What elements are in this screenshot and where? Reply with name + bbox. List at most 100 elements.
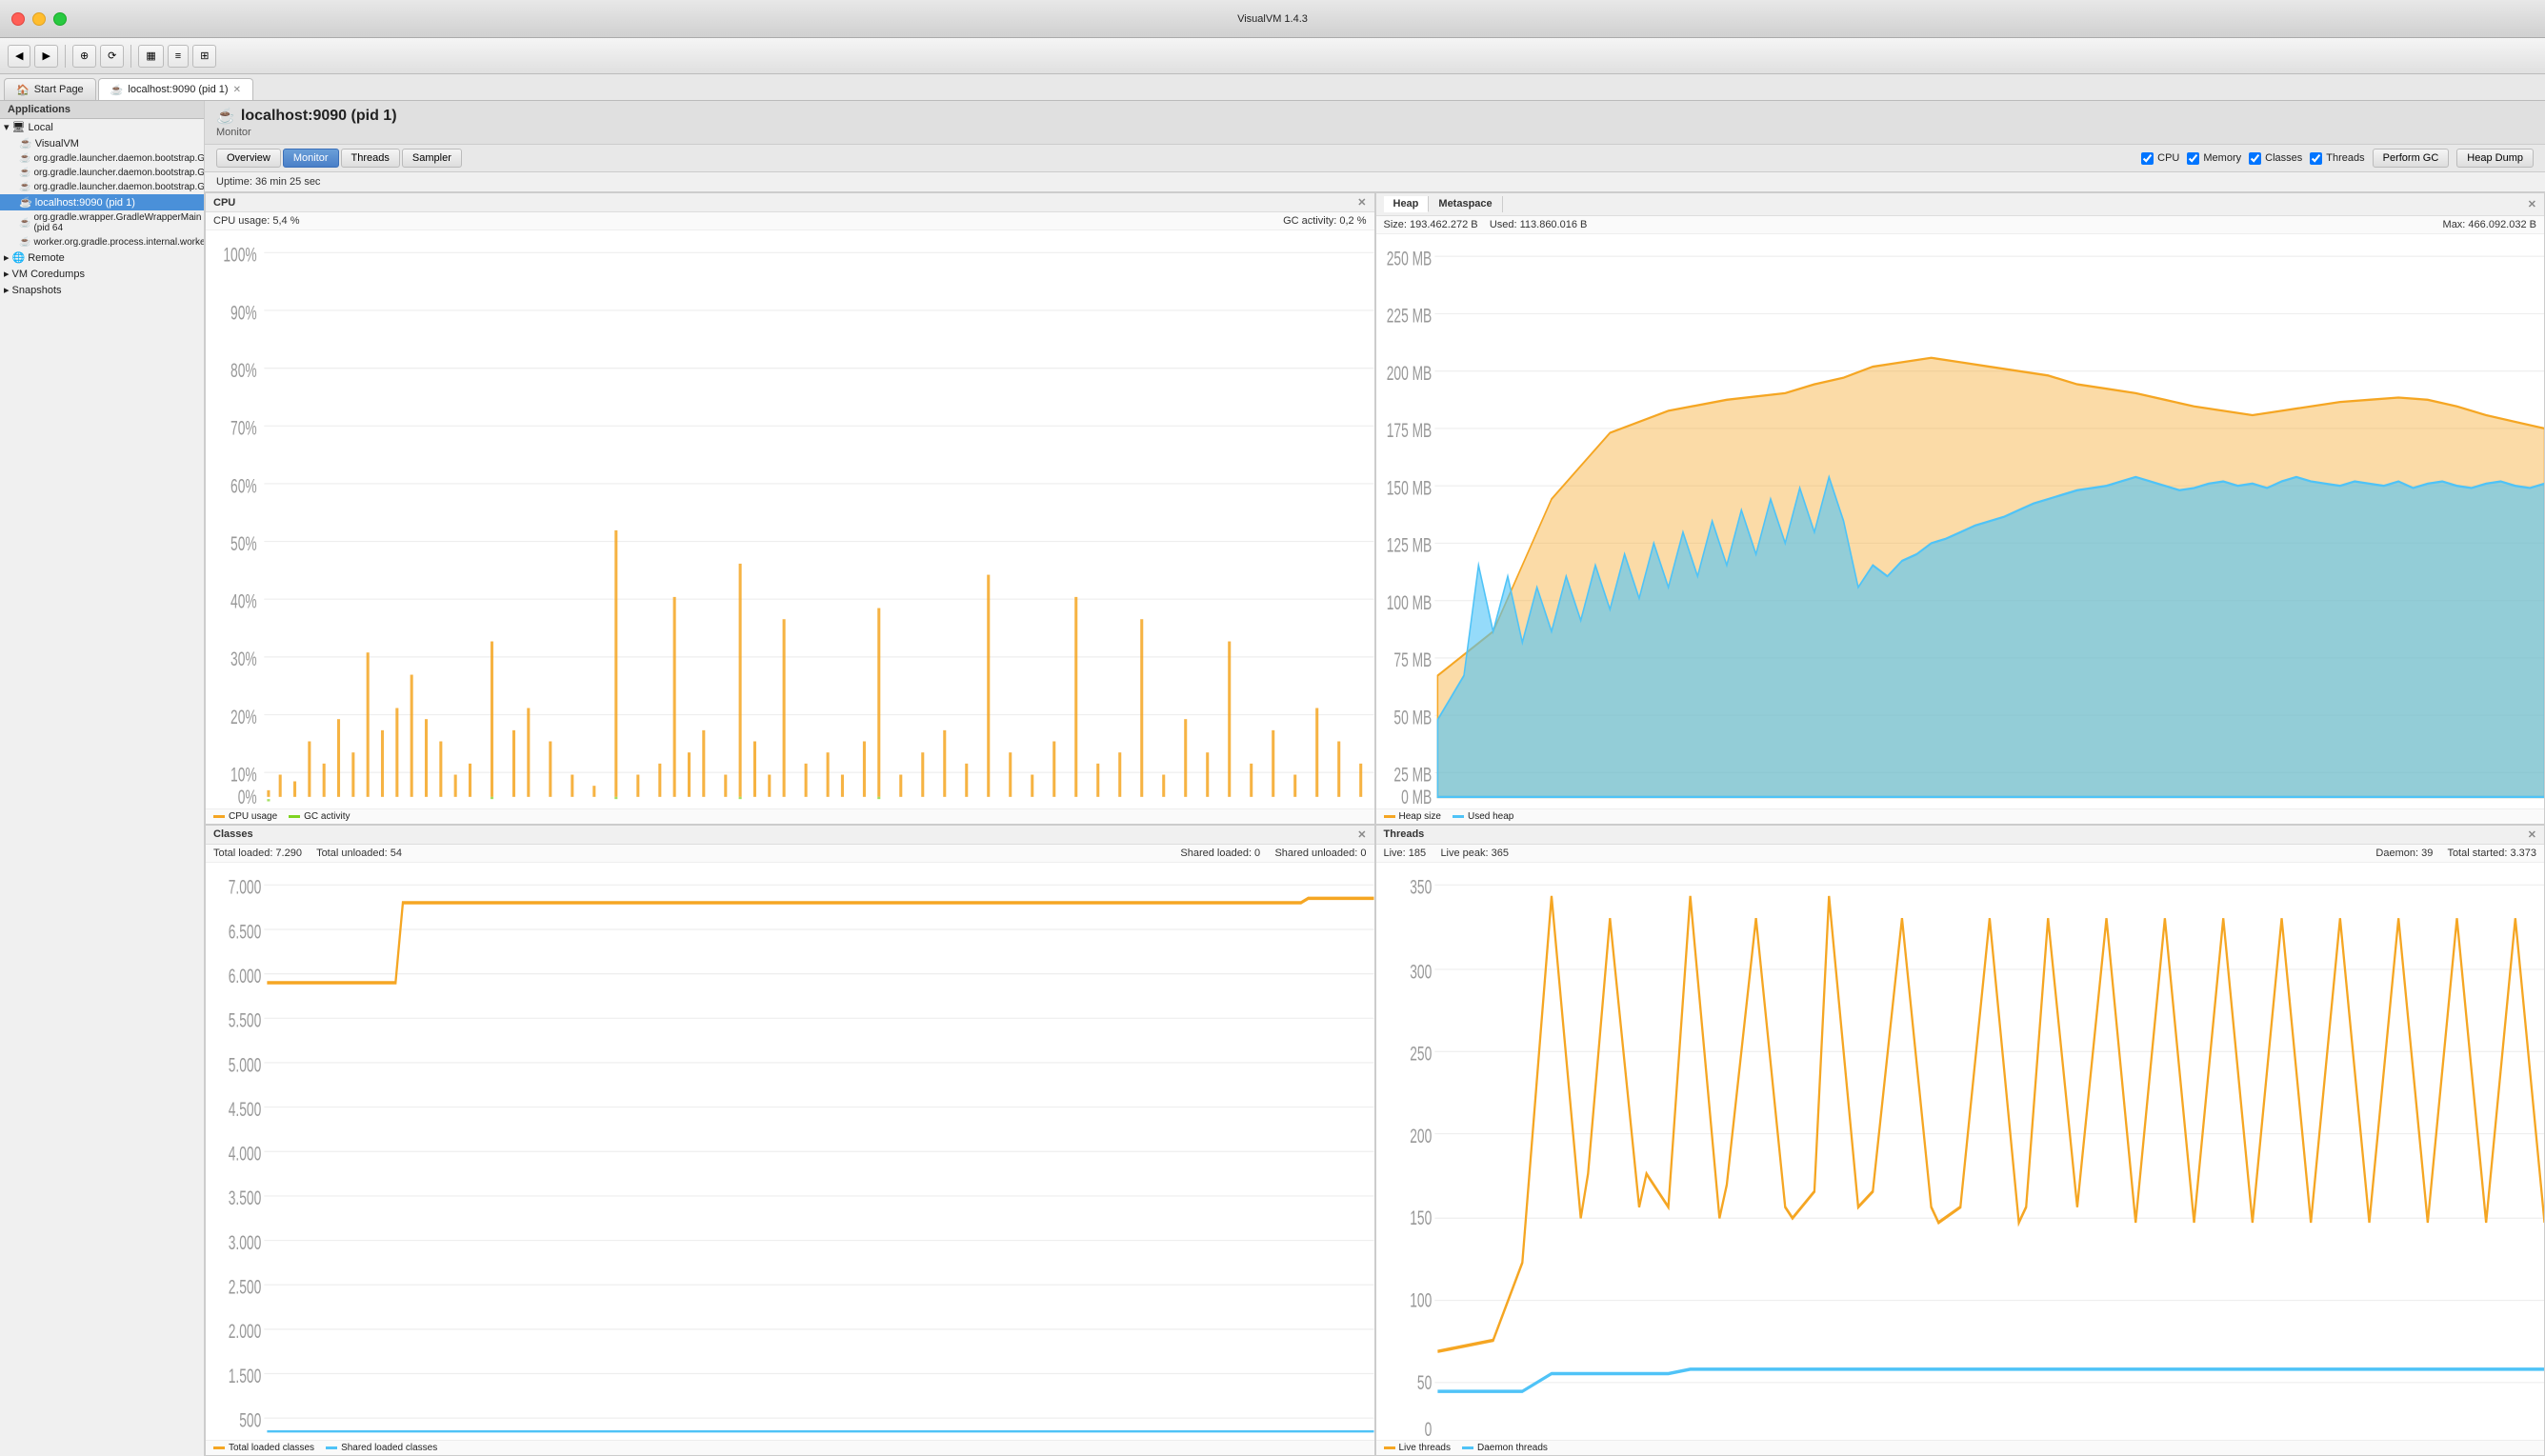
daemon-threads-legend-color	[1462, 1446, 1473, 1449]
metaspace-tab[interactable]: Metaspace	[1429, 196, 1502, 212]
app-subtitle: Monitor	[216, 127, 2534, 138]
cpu-chart-close[interactable]: ✕	[1357, 196, 1366, 209]
svg-text:300: 300	[1410, 960, 1432, 983]
gc-activity-legend-label: GC activity	[304, 811, 350, 822]
gradle2-label: org.gradle.launcher.daemon.bootstrap.Gra…	[33, 168, 205, 178]
close-button[interactable]	[11, 12, 25, 26]
classes-chart-title: Classes	[213, 828, 253, 840]
tab-threads[interactable]: Threads	[341, 149, 400, 168]
heap-chart-close[interactable]: ✕	[2528, 198, 2536, 210]
threads-checkbox[interactable]	[2310, 152, 2322, 165]
app-header: ☕ localhost:9090 (pid 1) Monitor	[205, 101, 2545, 145]
tab-close-icon[interactable]: ✕	[233, 85, 241, 95]
shared-loaded-stat: Shared loaded: 0	[1180, 848, 1260, 859]
wrapper-icon: ☕	[19, 218, 30, 229]
tab-localhost[interactable]: ☕ localhost:9090 (pid 1) ✕	[98, 78, 253, 100]
daemon-threads-legend: Daemon threads	[1462, 1443, 1548, 1453]
threads-chart-close[interactable]: ✕	[2528, 828, 2536, 841]
uptime-text: Uptime: 36 min 25 sec	[216, 176, 320, 188]
tab-overview[interactable]: Overview	[216, 149, 281, 168]
gradle1-icon: ☕	[19, 153, 30, 164]
svg-text:100 MB: 100 MB	[1386, 591, 1432, 614]
heap-chart-header: Heap Metaspace ✕	[1376, 193, 2545, 216]
worker-icon: ☕	[19, 237, 30, 248]
heap-chart-panel: Heap Metaspace ✕ Size: 193.462.272 B Use…	[1375, 192, 2545, 825]
threads-checkbox-label: Threads	[2326, 152, 2364, 164]
heap-max: Max: 466.092.032 B	[2443, 219, 2536, 230]
perform-gc-button[interactable]: Perform GC	[2373, 149, 2450, 168]
tab-localhost-icon: ☕	[110, 84, 124, 96]
classes-chart-panel: Classes ✕ Total loaded: 7.290 Total unlo…	[205, 825, 1375, 1456]
threads-left-stats: Live: 185 Live peak: 365	[1384, 848, 1510, 859]
svg-text:500: 500	[239, 1408, 261, 1431]
live-peak-stat: Live peak: 365	[1440, 848, 1509, 859]
localhost-label: localhost:9090 (pid 1)	[35, 197, 135, 209]
sidebar-item-worker[interactable]: ☕ worker.org.gradle.process.internal.wor…	[0, 235, 204, 249]
svg-text:25 MB: 25 MB	[1393, 764, 1432, 787]
cpu-chart-stats: CPU usage: 5,4 % GC activity: 0,2 %	[206, 212, 1374, 230]
coredumps-label: VM Coredumps	[12, 269, 85, 280]
svg-text:6.500: 6.500	[229, 920, 262, 943]
svg-text:6.000: 6.000	[229, 965, 262, 987]
heap-tab[interactable]: Heap	[1384, 196, 1430, 212]
threads-chart-svg: 350 300 250 200 150 100 50 0 18:55	[1376, 863, 2545, 1441]
heap-dump-button[interactable]: Heap Dump	[2456, 149, 2534, 168]
total-loaded-stat: Total loaded: 7.290	[213, 848, 302, 859]
svg-text:10%: 10%	[230, 764, 257, 787]
cpu-checkbox[interactable]	[2141, 152, 2154, 165]
tab-sampler[interactable]: Sampler	[402, 149, 462, 168]
svg-text:80%: 80%	[230, 359, 257, 382]
sidebar-item-snapshots[interactable]: ▸ Snapshots	[0, 282, 204, 298]
svg-text:350: 350	[1410, 875, 1432, 898]
refresh-button[interactable]: ⟳	[100, 45, 124, 68]
gradle3-label: org.gradle.launcher.daemon.bootstrap.Gra…	[33, 182, 205, 192]
visualvm-icon: ☕	[19, 137, 32, 150]
svg-text:75 MB: 75 MB	[1393, 648, 1432, 671]
classes-checkbox[interactable]	[2249, 152, 2261, 165]
threads-chart-stats: Live: 185 Live peak: 365 Daemon: 39 Tota…	[1376, 845, 2545, 863]
svg-text:200 MB: 200 MB	[1386, 362, 1432, 385]
tab-monitor[interactable]: Monitor	[283, 149, 339, 168]
monitor-toolbar: Overview Monitor Threads Sampler CPU Mem…	[205, 145, 2545, 172]
window-controls	[11, 12, 67, 26]
svg-text:0: 0	[1424, 1417, 1432, 1440]
sidebar-item-localhost[interactable]: ☕ localhost:9090 (pid 1)	[0, 194, 204, 210]
sidebar-item-coredumps[interactable]: ▸ VM Coredumps	[0, 266, 204, 282]
sidebar-item-remote[interactable]: ▸ 🌐 Remote	[0, 249, 204, 266]
tab-start-page[interactable]: 🏠 Start Page	[4, 78, 96, 100]
cpu-usage-stat: CPU usage: 5,4 %	[213, 215, 300, 227]
sidebar-item-gradle1[interactable]: ☕ org.gradle.launcher.daemon.bootstrap.G…	[0, 151, 204, 166]
maximize-button[interactable]	[53, 12, 67, 26]
back-button[interactable]: ◀	[8, 45, 30, 68]
classes-chart-close[interactable]: ✕	[1357, 828, 1366, 841]
svg-text:200: 200	[1410, 1125, 1432, 1147]
svg-text:20%: 20%	[230, 706, 257, 728]
localhost-icon: ☕	[19, 196, 32, 209]
sidebar-item-visualvm[interactable]: ☕ VisualVM	[0, 135, 204, 151]
memory-checkbox-group: Memory	[2187, 152, 2241, 165]
svg-text:30%: 30%	[230, 648, 257, 670]
classes-chart-legend: Total loaded classes Shared loaded class…	[206, 1440, 1374, 1455]
svg-text:90%: 90%	[230, 301, 257, 324]
total-loaded-legend-color	[213, 1446, 225, 1449]
heap-dump-toolbar-button[interactable]: ▦	[138, 45, 163, 68]
sidebar-item-wrapper[interactable]: ☕ org.gradle.wrapper.GradleWrapperMain (…	[0, 210, 204, 235]
gc-activity-stat: GC activity: 0,2 %	[1283, 215, 1366, 227]
shared-loaded-legend: Shared loaded classes	[326, 1443, 437, 1453]
forward-button[interactable]: ▶	[34, 45, 57, 68]
profiler-button[interactable]: ⊞	[192, 45, 216, 68]
heap-used-stat: Used: 113.860.016 B	[1490, 219, 1588, 230]
live-threads-legend-label: Live threads	[1399, 1443, 1451, 1453]
sidebar-item-local[interactable]: ▾ 🖥 Local	[0, 119, 204, 135]
sidebar-item-gradle3[interactable]: ☕ org.gradle.launcher.daemon.bootstrap.G…	[0, 180, 204, 194]
gc-activity-legend: GC activity	[289, 811, 350, 822]
new-connection-button[interactable]: ⊕	[72, 45, 96, 68]
tab-start-page-icon: 🏠	[16, 84, 30, 96]
total-unloaded-stat: Total unloaded: 54	[316, 848, 402, 859]
memory-checkbox[interactable]	[2187, 152, 2199, 165]
thread-dump-toolbar-button[interactable]: ≡	[168, 45, 189, 68]
svg-text:70%: 70%	[230, 417, 257, 440]
sidebar-item-gradle2[interactable]: ☕ org.gradle.launcher.daemon.bootstrap.G…	[0, 166, 204, 180]
window-title: VisualVM 1.4.3	[1237, 13, 1308, 25]
minimize-button[interactable]	[32, 12, 46, 26]
